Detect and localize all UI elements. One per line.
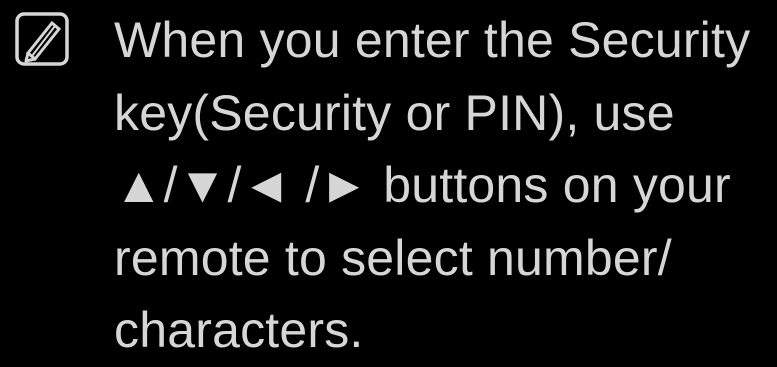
note-screen: When you enter the Security key(Security… bbox=[0, 0, 777, 358]
note-line: ▲/▼/◄ /► buttons on your bbox=[114, 157, 731, 213]
note-line: remote to select number/ bbox=[114, 229, 672, 286]
note-line: When you enter the Security bbox=[114, 12, 751, 68]
note-line: key(Security or PIN), use bbox=[114, 84, 675, 141]
note-pencil-icon bbox=[15, 12, 69, 66]
note-text: When you enter the Security key(Security… bbox=[114, 4, 774, 367]
note-line: characters. bbox=[114, 302, 364, 358]
